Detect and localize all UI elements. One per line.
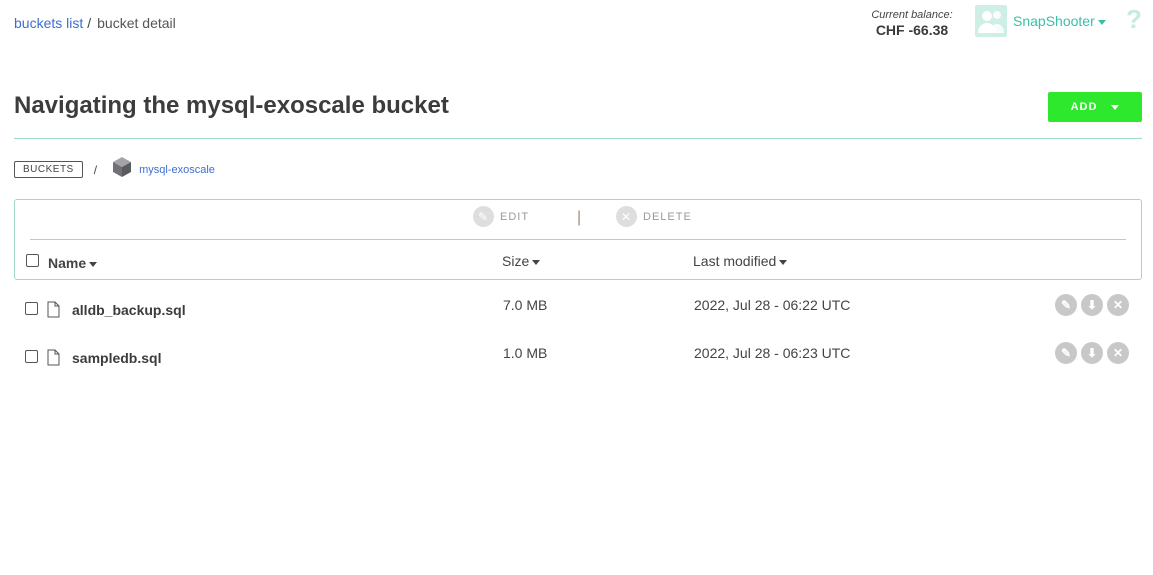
add-button[interactable]: ADD [1048, 92, 1142, 122]
table-row: alldb_backup.sql 7.0 MB 2022, Jul 28 - 0… [0, 290, 1153, 330]
bucket-cube-icon [111, 156, 133, 183]
balance-box: Current balance: CHF -66.38 [866, 9, 958, 38]
user-name: SnapShooter [1013, 13, 1095, 29]
edit-icon[interactable]: ✎ [1055, 294, 1077, 316]
bucket-name-link[interactable]: mysql-exoscale [139, 164, 215, 176]
bulk-actions: ✎ EDIT | ✕ DELETE [15, 206, 1141, 228]
edit-label: EDIT [500, 210, 530, 223]
path-separator: / [93, 162, 98, 177]
close-icon: ✕ [616, 206, 637, 227]
sort-caret-icon [89, 261, 98, 267]
balance-value: CHF -66.38 [875, 22, 949, 38]
action-separator: | [577, 209, 582, 226]
chevron-down-icon [1111, 104, 1120, 110]
file-name[interactable]: sampledb.sql [72, 350, 161, 366]
delete-action[interactable]: ✕ DELETE [616, 206, 692, 227]
row-checkbox[interactable] [25, 302, 38, 315]
file-name[interactable]: alldb_backup.sql [72, 302, 186, 318]
page-title: Navigating the mysql-exoscale bucket [14, 92, 449, 119]
column-name-header[interactable]: Name [48, 255, 98, 271]
edit-action[interactable]: ✎ EDIT [473, 206, 529, 227]
top-breadcrumb: buckets list / bucket detail [14, 15, 176, 31]
column-size-label: Size [502, 253, 530, 269]
download-icon[interactable]: ⬇ [1081, 342, 1103, 364]
sort-caret-icon [532, 259, 541, 265]
add-button-label: ADD [1070, 101, 1098, 113]
delete-icon[interactable]: ✕ [1107, 294, 1129, 316]
panel-divider [30, 239, 1126, 240]
breadcrumb-separator: / [87, 15, 92, 31]
delete-icon[interactable]: ✕ [1107, 342, 1129, 364]
delete-label: DELETE [643, 210, 692, 223]
file-modified: 2022, Jul 28 - 06:23 UTC [694, 345, 851, 361]
row-checkbox[interactable] [25, 350, 38, 363]
download-icon[interactable]: ⬇ [1081, 294, 1103, 316]
row-actions: ✎ ⬇ ✕ [1055, 294, 1129, 316]
table-row: sampledb.sql 1.0 MB 2022, Jul 28 - 06:23… [0, 338, 1153, 378]
user-avatar-icon[interactable] [975, 5, 1007, 37]
edit-icon[interactable]: ✎ [1055, 342, 1077, 364]
file-modified: 2022, Jul 28 - 06:22 UTC [694, 297, 851, 313]
user-menu[interactable]: SnapShooter [1013, 13, 1106, 29]
column-size-header[interactable]: Size [502, 253, 541, 269]
select-all-checkbox[interactable] [26, 254, 39, 267]
buckets-list-link[interactable]: buckets list [14, 15, 83, 31]
file-size: 1.0 MB [503, 345, 548, 361]
column-modified-header[interactable]: Last modified [693, 253, 788, 269]
column-modified-label: Last modified [693, 253, 777, 269]
file-icon [47, 301, 60, 318]
breadcrumb-current: bucket detail [97, 15, 176, 31]
pencil-icon: ✎ [473, 206, 494, 227]
sort-caret-icon [779, 259, 788, 265]
chevron-down-icon [1097, 19, 1106, 25]
bucket-path: BUCKETS / mysql-exoscale [14, 156, 215, 183]
file-toolbar-panel: ✎ EDIT | ✕ DELETE Name Size Last modifie… [14, 199, 1142, 280]
file-icon [47, 349, 60, 366]
balance-label: Current balance: [871, 9, 953, 21]
title-divider [14, 138, 1142, 139]
file-size: 7.0 MB [503, 297, 548, 313]
buckets-root-button[interactable]: BUCKETS [14, 161, 83, 178]
help-icon[interactable]: ? [1126, 4, 1142, 35]
row-actions: ✎ ⬇ ✕ [1055, 342, 1129, 364]
column-name-label: Name [48, 255, 87, 271]
